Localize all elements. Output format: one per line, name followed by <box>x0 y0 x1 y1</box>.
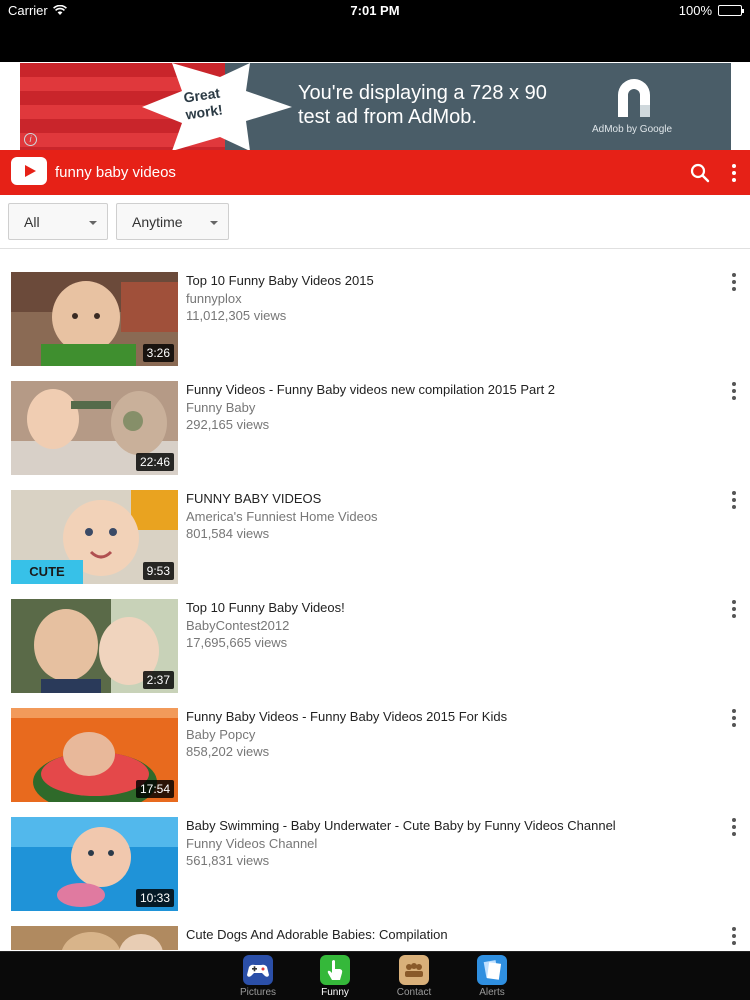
more-options-icon[interactable] <box>726 379 742 403</box>
video-thumbnail[interactable]: 3:26 <box>11 272 178 366</box>
battery-indicator: 100% <box>678 3 744 18</box>
video-thumbnail[interactable]: CUTE 9:53 <box>11 490 178 584</box>
ad-message-line1: You're displaying a 728 x 90 <box>298 82 547 104</box>
video-item[interactable]: 3:26 Top 10 Funny Baby Videos 2015 funny… <box>0 258 750 368</box>
video-item[interactable]: CUTE 9:53 FUNNY BABY VIDEOS America's Fu… <box>0 476 750 586</box>
documents-icon <box>477 955 507 985</box>
people-icon <box>399 955 429 985</box>
filter-bar: All Anytime <box>0 195 750 249</box>
video-title[interactable]: Cute Dogs And Adorable Babies: Compilati… <box>186 926 706 943</box>
app-bar: funny baby videos <box>0 150 750 195</box>
chevron-down-icon <box>210 221 218 225</box>
more-options-icon[interactable] <box>726 706 742 730</box>
video-item[interactable]: 2:37 Top 10 Funny Baby Videos! BabyConte… <box>0 585 750 695</box>
video-title[interactable]: Funny Baby Videos - Funny Baby Videos 20… <box>186 708 706 725</box>
tab-contact[interactable]: Contact <box>379 955 449 1000</box>
app-screen: Carrier 7:01 PM 100% Great work! You're … <box>0 0 750 1000</box>
tab-label: Funny <box>321 987 349 998</box>
video-meta: Top 10 Funny Baby Videos 2015 funnyplox … <box>186 272 706 324</box>
video-meta: Funny Baby Videos - Funny Baby Videos 20… <box>186 708 706 760</box>
battery-percent: 100% <box>678 3 712 18</box>
video-meta: Top 10 Funny Baby Videos! BabyContest201… <box>186 599 706 651</box>
video-channel: Funny Videos Channel <box>186 836 318 851</box>
video-item[interactable]: 17:54 Funny Baby Videos - Funny Baby Vid… <box>0 694 750 804</box>
video-channel: BabyContest2012 <box>186 618 290 633</box>
time-filter-label: Anytime <box>132 214 183 230</box>
ad-message-line2: test ad from AdMob. <box>298 106 477 128</box>
video-title[interactable]: Top 10 Funny Baby Videos 2015 <box>186 272 706 289</box>
video-item[interactable]: Cute Dogs And Adorable Babies: Compilati… <box>0 912 750 950</box>
video-title[interactable]: Baby Swimming - Baby Underwater - Cute B… <box>186 817 706 834</box>
video-meta: Funny Videos - Funny Baby videos new com… <box>186 381 706 433</box>
video-thumbnail[interactable] <box>11 926 178 950</box>
video-views: 11,012,305 views <box>186 308 287 323</box>
tab-label: Pictures <box>239 987 277 998</box>
gamepad-icon <box>243 955 273 985</box>
video-list[interactable]: 3:26 Top 10 Funny Baby Videos 2015 funny… <box>0 258 750 950</box>
ad-message: You're displaying a 728 x 90 test ad fro… <box>298 81 547 129</box>
video-duration: 10:33 <box>135 889 174 907</box>
video-channel: Funny Baby <box>186 400 256 415</box>
ad-banner[interactable]: Great work! You're displaying a 728 x 90… <box>20 63 731 151</box>
video-item[interactable]: 22:46 Funny Videos - Funny Baby videos n… <box>0 367 750 477</box>
video-meta: FUNNY BABY VIDEOS America's Funniest Hom… <box>186 490 706 542</box>
video-duration: 17:54 <box>135 780 174 798</box>
clock: 7:01 PM <box>350 3 400 18</box>
tab-funny[interactable]: Funny <box>300 955 370 1000</box>
ad-brand: AdMob by Google <box>592 124 673 135</box>
type-filter-label: All <box>24 214 40 230</box>
video-views: 17,695,665 views <box>186 635 288 650</box>
more-options-icon[interactable] <box>726 270 742 294</box>
overflow-menu-icon[interactable] <box>726 161 742 185</box>
youtube-logo-icon[interactable] <box>11 157 47 185</box>
more-options-icon[interactable] <box>726 488 742 512</box>
time-filter-dropdown[interactable]: Anytime <box>116 203 229 240</box>
more-options-icon[interactable] <box>726 815 742 839</box>
video-views: 292,165 views <box>186 417 270 432</box>
video-meta: Baby Swimming - Baby Underwater - Cute B… <box>186 817 706 869</box>
battery-icon <box>718 5 744 16</box>
admob-logo-icon <box>618 79 650 117</box>
tab-label: Alerts <box>479 987 505 998</box>
video-channel: America's Funniest Home Videos <box>186 509 378 524</box>
video-views: 561,831 views <box>186 853 270 868</box>
search-icon[interactable] <box>688 161 712 185</box>
video-duration: 3:26 <box>142 344 174 362</box>
search-query[interactable]: funny baby videos <box>55 164 176 181</box>
video-title[interactable]: FUNNY BABY VIDEOS <box>186 490 706 507</box>
video-thumbnail[interactable]: 10:33 <box>11 817 178 911</box>
video-duration: 9:53 <box>142 562 174 580</box>
video-channel: Baby Popcy <box>186 727 256 742</box>
video-duration: 2:37 <box>142 671 174 689</box>
video-title[interactable]: Top 10 Funny Baby Videos! <box>186 599 706 616</box>
hand-pointer-icon <box>320 955 350 985</box>
thumbnail-badge: CUTE <box>11 560 83 584</box>
video-thumbnail[interactable]: 22:46 <box>11 381 178 475</box>
video-duration: 22:46 <box>135 453 174 471</box>
more-options-icon[interactable] <box>726 597 742 621</box>
ad-info-icon[interactable]: i <box>24 133 37 146</box>
video-title[interactable]: Funny Videos - Funny Baby videos new com… <box>186 381 706 398</box>
chevron-down-icon <box>89 221 97 225</box>
video-views: 801,584 views <box>186 526 270 541</box>
video-item[interactable]: 10:33 Baby Swimming - Baby Underwater - … <box>0 803 750 913</box>
video-thumbnail[interactable]: 2:37 <box>11 599 178 693</box>
type-filter-dropdown[interactable]: All <box>8 203 108 240</box>
tab-bar: Pictures Funny Contact Alerts <box>0 951 750 1000</box>
video-channel: funnyplox <box>186 291 242 306</box>
tab-alerts[interactable]: Alerts <box>457 955 527 1000</box>
tab-pictures[interactable]: Pictures <box>223 955 293 1000</box>
status-bar: Carrier 7:01 PM 100% <box>0 0 750 62</box>
video-meta: Cute Dogs And Adorable Babies: Compilati… <box>186 926 706 944</box>
tab-label: Contact <box>396 987 432 998</box>
video-thumbnail[interactable]: 17:54 <box>11 708 178 802</box>
more-options-icon[interactable] <box>726 924 742 948</box>
video-views: 858,202 views <box>186 744 270 759</box>
